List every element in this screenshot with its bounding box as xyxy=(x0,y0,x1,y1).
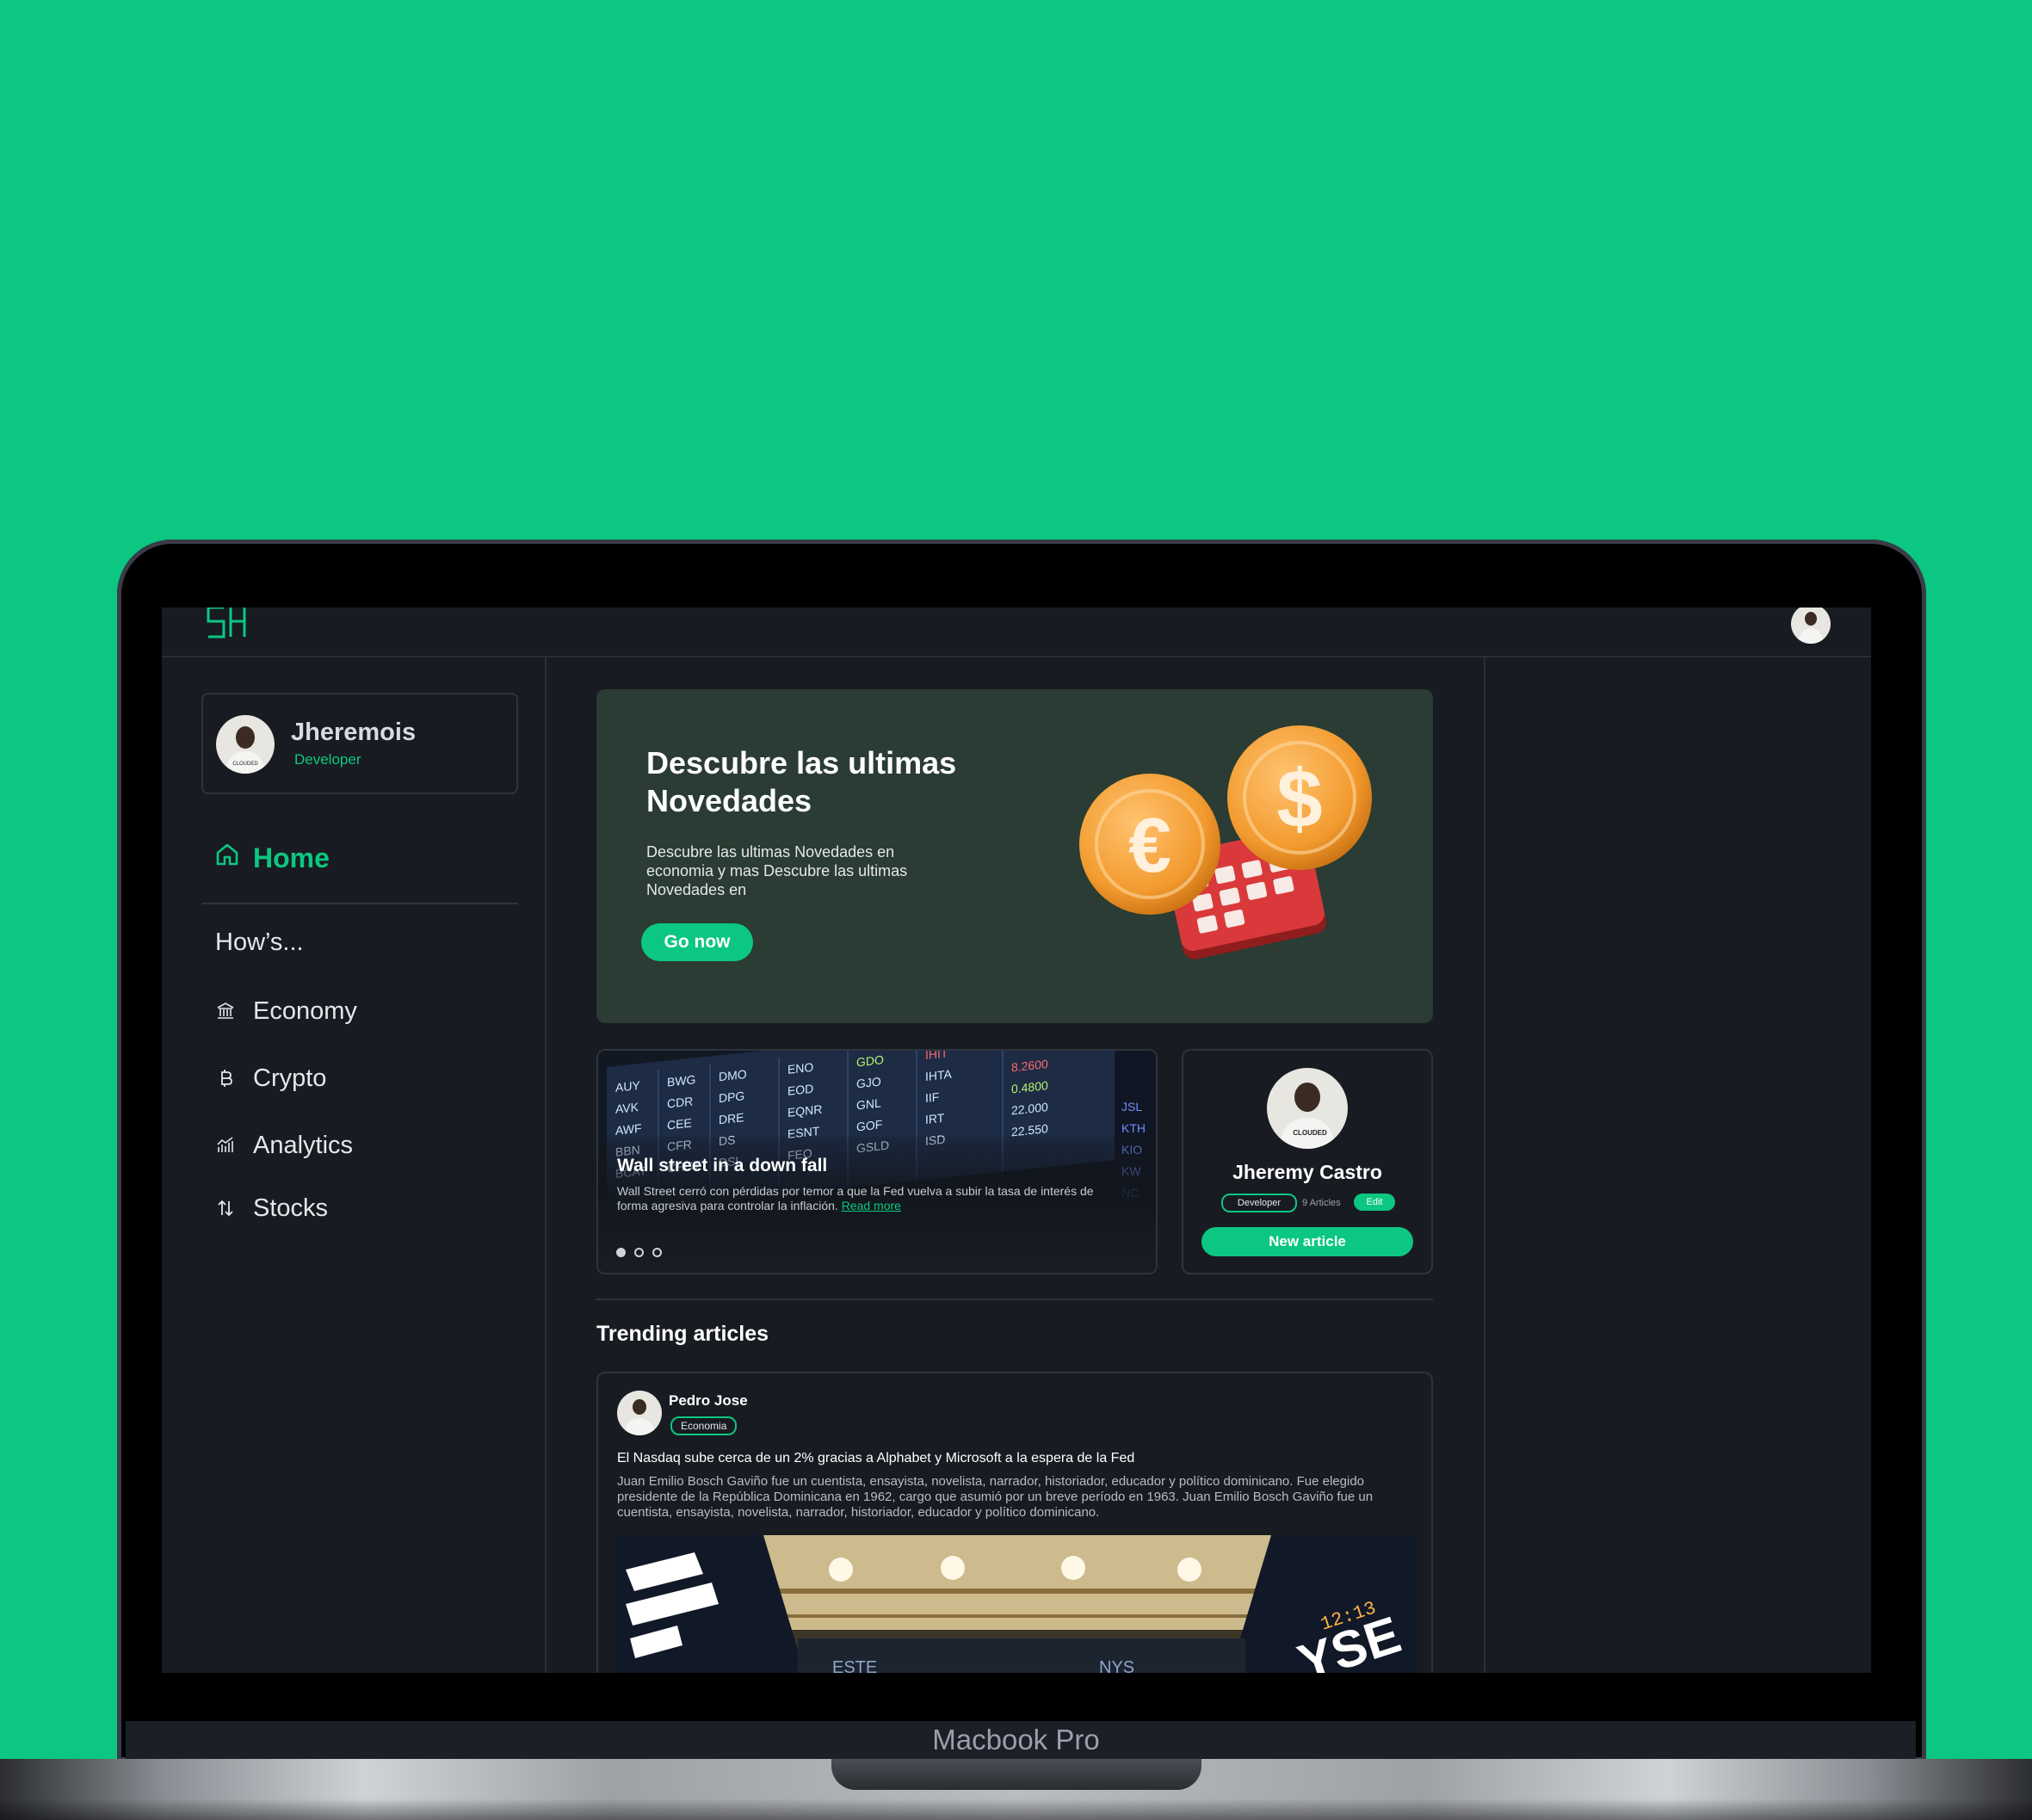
author-avatar: CLOUDED xyxy=(1267,1068,1348,1149)
slide-title: Wall street in a down fall xyxy=(617,1156,828,1175)
hero-banner: Descubre las ultimas Novedades Descubre … xyxy=(596,689,1433,1023)
svg-text:AVK: AVK xyxy=(615,1100,639,1116)
nyse-floor-image: YSE 12:13 ESTE NYS xyxy=(617,1535,1416,1673)
svg-text:$: $ xyxy=(1276,753,1322,845)
app-screen: CLOUDED Jheremois Developer Home How’s..… xyxy=(162,608,1871,1673)
nav-home[interactable]: Home xyxy=(213,841,330,875)
slider-dot[interactable] xyxy=(634,1248,644,1257)
laptop-base-shadow xyxy=(0,1798,2032,1820)
svg-text:CEE: CEE xyxy=(667,1116,692,1132)
article-author-name: Pedro Jose xyxy=(669,1392,748,1409)
svg-text:GDO: GDO xyxy=(856,1052,884,1069)
svg-text:JSL: JSL xyxy=(1121,1100,1142,1114)
brand-logo[interactable] xyxy=(205,608,250,646)
svg-text:IRT: IRT xyxy=(925,1111,945,1126)
hero-description: Descubre las ultimas Novedades en econom… xyxy=(646,843,908,898)
sort-arrows-icon xyxy=(215,1198,236,1218)
nav-item-label: Stocks xyxy=(253,1194,329,1222)
svg-text:DPG: DPG xyxy=(719,1089,744,1105)
profile-role: Developer xyxy=(294,751,361,768)
nav-divider xyxy=(201,903,518,904)
home-icon xyxy=(213,841,241,875)
profile-name: Jheremois xyxy=(291,719,417,746)
article-tag[interactable]: Economia xyxy=(670,1416,738,1435)
new-article-button[interactable]: New article xyxy=(1201,1227,1413,1256)
svg-text:CDR: CDR xyxy=(667,1094,693,1110)
laptop-notch xyxy=(831,1759,1201,1790)
svg-text:IHTA: IHTA xyxy=(925,1067,952,1083)
svg-text:EOD: EOD xyxy=(787,1082,813,1098)
nav-item-stocks[interactable]: Stocks xyxy=(215,1191,328,1225)
slide-description: Wall Street cerró con pérdidas por temor… xyxy=(617,1184,1125,1213)
top-bar xyxy=(162,608,1871,657)
nav-item-label: Analytics xyxy=(253,1131,354,1159)
article-body: Juan Emilio Bosch Gaviño fue un cuentist… xyxy=(617,1474,1374,1520)
nav-home-label: Home xyxy=(253,842,330,873)
svg-text:IIF: IIF xyxy=(925,1089,939,1105)
svg-text:GOF: GOF xyxy=(856,1117,882,1133)
author-role-chip: Developer xyxy=(1221,1194,1297,1212)
news-slider[interactable]: AUY BWG DMO ENO GDO IHIT AVK CDR DPG EOD GJO IHTA 8… xyxy=(596,1049,1158,1274)
nav-item-economy[interactable]: Economy xyxy=(215,994,357,1028)
slider-dot[interactable] xyxy=(652,1248,662,1257)
nav-item-analytics[interactable]: Analytics xyxy=(215,1128,353,1163)
profile-avatar: CLOUDED xyxy=(216,715,275,774)
coins-calendar-illustration: € $ xyxy=(1074,724,1401,1003)
avatar-badge-text: CLOUDED xyxy=(232,762,258,767)
svg-text:AWF: AWF xyxy=(615,1121,642,1138)
svg-text:ENO: ENO xyxy=(787,1060,813,1077)
nav-item-label: Crypto xyxy=(253,1064,327,1092)
svg-text:AUY: AUY xyxy=(615,1078,640,1095)
profile-card[interactable]: CLOUDED Jheremois Developer xyxy=(201,693,518,794)
sidebar-divider xyxy=(545,656,547,1673)
device-label: Macbook Pro xyxy=(932,1724,1100,1755)
hero-title: Descubre las ultimas Novedades xyxy=(646,745,957,818)
bitcoin-icon xyxy=(215,1068,236,1089)
svg-text:GJO: GJO xyxy=(856,1074,881,1090)
section-divider xyxy=(596,1299,1433,1300)
nav-section-title: How’s... xyxy=(215,929,304,956)
author-card: CLOUDED Jheremy Castro Developer 9 Artic… xyxy=(1182,1049,1433,1274)
chart-icon xyxy=(215,1135,236,1156)
svg-text:NYS: NYS xyxy=(1099,1658,1134,1673)
article-card[interactable]: Pedro Jose Economia El Nasdaq sube cerca… xyxy=(596,1372,1433,1673)
read-more-link[interactable]: Read more xyxy=(842,1199,901,1212)
svg-text:ESTE: ESTE xyxy=(832,1658,877,1673)
right-panel-divider xyxy=(1484,656,1485,1673)
svg-text:GNL: GNL xyxy=(856,1095,881,1112)
edit-profile-button[interactable]: Edit xyxy=(1354,1194,1395,1211)
svg-text:€: € xyxy=(1128,803,1171,889)
nav-item-label: Economy xyxy=(253,996,357,1025)
trending-title: Trending articles xyxy=(596,1322,769,1346)
bank-icon xyxy=(215,1001,236,1021)
go-now-button[interactable]: Go now xyxy=(641,923,753,961)
svg-text:DRE: DRE xyxy=(719,1110,744,1126)
article-author-avatar xyxy=(617,1391,662,1435)
author-articles-count: 9 Articles xyxy=(1302,1198,1341,1208)
article-headline[interactable]: El Nasdaq sube cerca de un 2% gracias a … xyxy=(617,1451,1134,1466)
nav-item-crypto[interactable]: Crypto xyxy=(215,1061,326,1095)
author-name: Jheremy Castro xyxy=(1232,1161,1382,1183)
author-avatar-badge: CLOUDED xyxy=(1293,1129,1327,1137)
slider-dot-active[interactable] xyxy=(616,1248,626,1257)
svg-text:KTH: KTH xyxy=(1121,1121,1146,1135)
